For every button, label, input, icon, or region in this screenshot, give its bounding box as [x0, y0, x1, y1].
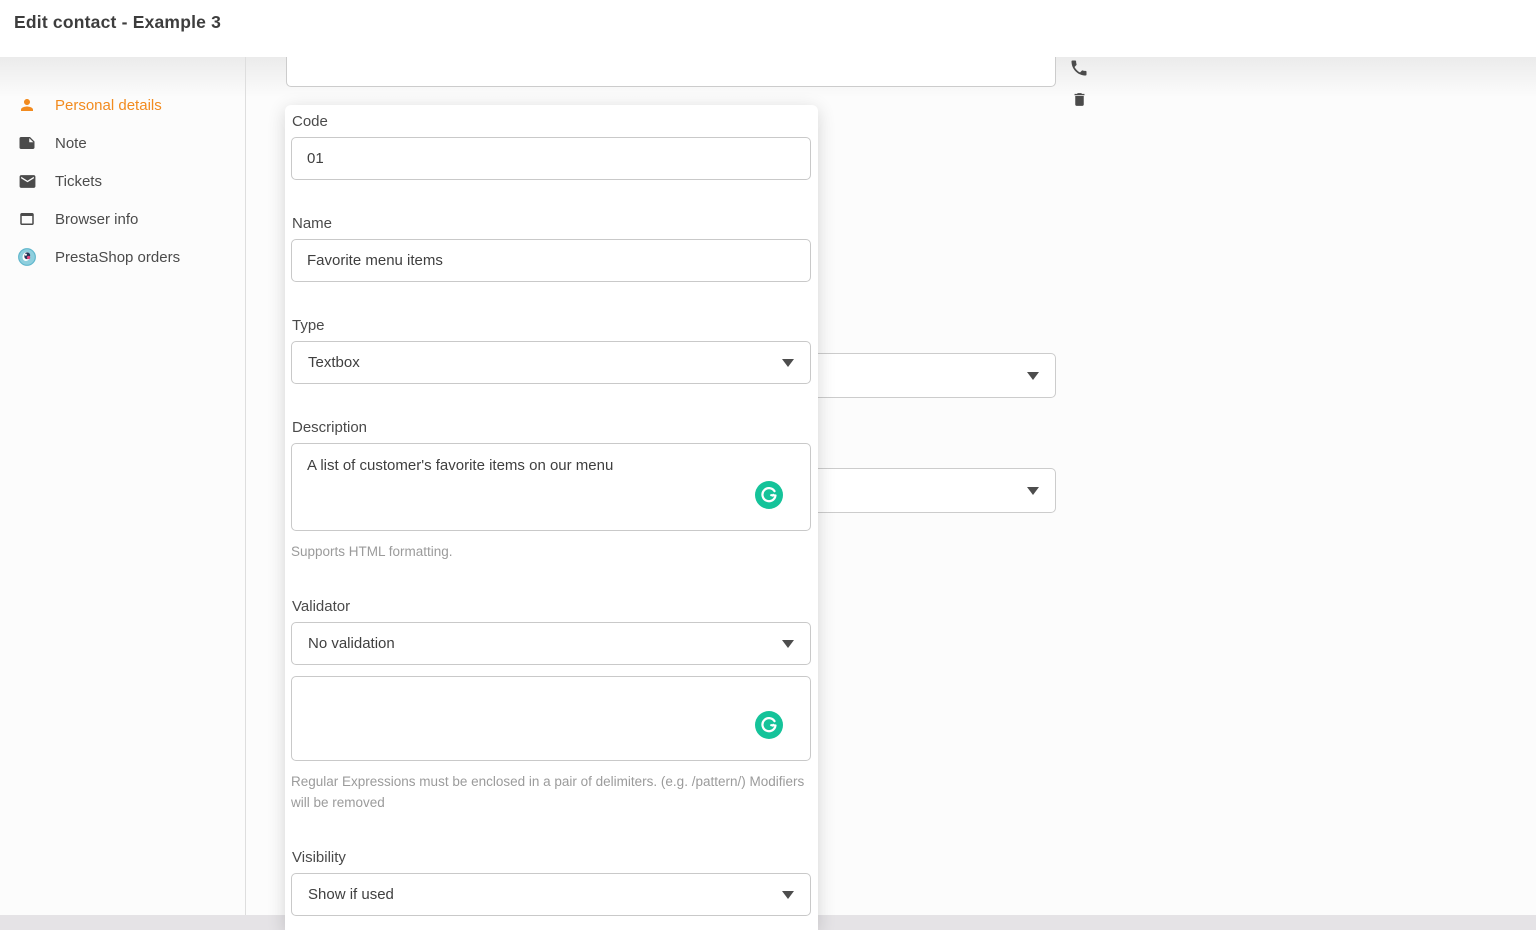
sidebar: Personal details Note Tickets Browser in… [0, 57, 246, 915]
sidebar-nav: Personal details Note Tickets Browser in… [0, 86, 245, 276]
chevron-down-icon [1027, 372, 1039, 380]
sidebar-item-prestashop-orders[interactable]: PrestaShop orders [0, 238, 245, 276]
name-input[interactable] [291, 239, 811, 282]
validator-label: Validator [292, 598, 811, 615]
name-label: Name [292, 215, 811, 232]
sidebar-item-label: Personal details [55, 97, 162, 114]
sidebar-item-label: Browser info [55, 211, 138, 228]
description-hint: Supports HTML formatting. [291, 541, 811, 562]
grammarly-icon[interactable] [755, 481, 783, 509]
sidebar-item-tickets[interactable]: Tickets [0, 162, 245, 200]
grammarly-icon[interactable] [755, 711, 783, 739]
note-icon [17, 133, 37, 153]
description-label: Description [292, 419, 811, 436]
chevron-down-icon [782, 891, 794, 899]
chevron-down-icon [782, 359, 794, 367]
sidebar-item-browser-info[interactable]: Browser info [0, 200, 245, 238]
trash-icon[interactable] [1071, 91, 1088, 108]
page-header: Edit contact - Example 3 [0, 0, 1536, 57]
sidebar-item-note[interactable]: Note [0, 124, 245, 162]
envelope-icon [17, 171, 37, 191]
prestashop-icon [17, 247, 37, 267]
chevron-down-icon [1027, 487, 1039, 495]
sidebar-item-personal-details[interactable]: Personal details [0, 86, 245, 124]
code-input[interactable] [291, 137, 811, 180]
type-select[interactable]: Textbox [291, 341, 811, 384]
phone-icon[interactable] [1069, 58, 1089, 78]
visibility-label: Visibility [292, 849, 811, 866]
validator-select[interactable]: No validation [291, 622, 811, 665]
person-icon [17, 95, 37, 115]
visibility-select-value: Show if used [308, 886, 394, 903]
code-label: Code [292, 113, 811, 130]
validator-select-value: No validation [308, 635, 395, 652]
browser-window-icon [17, 209, 37, 229]
validator-hint: Regular Expressions must be enclosed in … [291, 771, 811, 813]
chevron-down-icon [782, 640, 794, 648]
sidebar-item-label: Note [55, 135, 87, 152]
edit-field-panel: Code Name Type Textbox Description A lis… [285, 105, 818, 930]
sidebar-item-label: PrestaShop orders [55, 249, 180, 266]
validator-pattern-textarea[interactable] [291, 676, 811, 761]
description-textarea[interactable]: A list of customer's favorite items on o… [291, 443, 811, 531]
sidebar-item-label: Tickets [55, 173, 102, 190]
type-select-value: Textbox [308, 354, 360, 371]
visibility-select[interactable]: Show if used [291, 873, 811, 916]
type-label: Type [292, 317, 811, 334]
page-title: Edit contact - Example 3 [14, 12, 221, 33]
